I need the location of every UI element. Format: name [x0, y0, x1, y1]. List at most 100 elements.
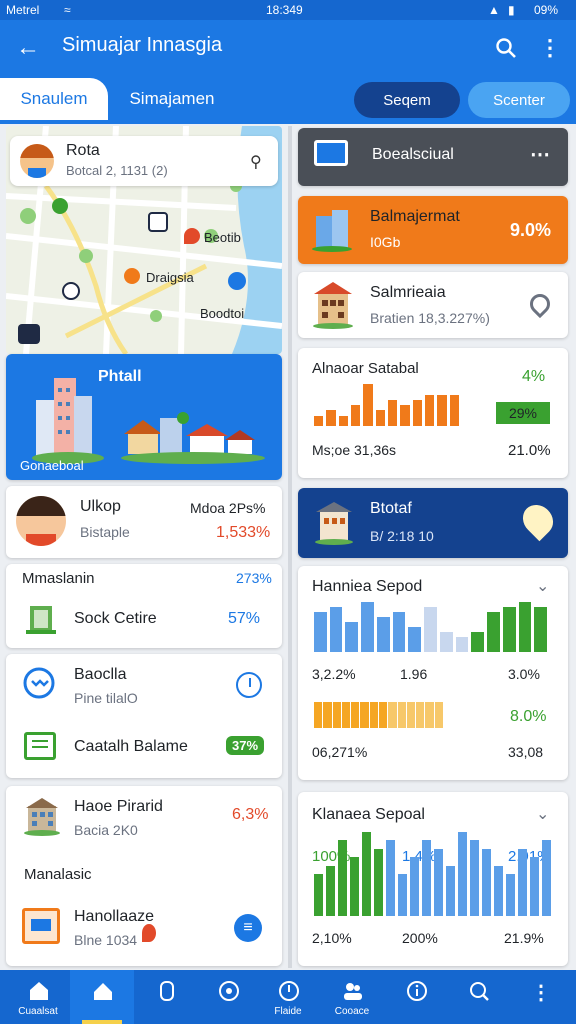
metric-card[interactable]: Mmaslanin 273% Sock Cetire 57% — [6, 564, 282, 648]
nav-info[interactable] — [384, 970, 448, 1024]
chart-3-title: Klanaea Sepoal — [312, 806, 425, 823]
chat-icon — [218, 980, 240, 1002]
chart-bar — [345, 622, 359, 652]
chart-bar — [518, 602, 532, 652]
chevron-down-icon[interactable]: ⌄ — [536, 804, 549, 824]
chart-2-mid-value: 8.0% — [510, 708, 547, 725]
map-view[interactable]: Rota Botcal 2, 1131 (2) ⚲ Beotib Draigsi… — [6, 126, 282, 354]
pin-label: Boodtoi — [200, 306, 245, 321]
scenter-button[interactable]: Scenter — [468, 82, 570, 118]
chart-bar — [361, 602, 374, 652]
chart-bar — [341, 702, 351, 728]
nav-house[interactable] — [70, 970, 134, 1024]
map-pin-icon[interactable] — [184, 228, 200, 244]
chart-bar — [338, 415, 348, 426]
item-title: Hanollaaze — [74, 908, 155, 925]
property-title: Haoe Pirarid — [74, 798, 163, 815]
more-icon: ⋮ — [531, 982, 551, 1004]
chart-bar — [388, 702, 397, 728]
chevron-down-icon[interactable]: ⌄ — [536, 576, 549, 596]
chart-bar — [487, 612, 500, 652]
search-icon — [468, 980, 490, 1002]
chart-bar — [446, 865, 455, 916]
service-label: Caatalh Balame — [74, 738, 188, 755]
map-marker-icon[interactable] — [516, 498, 560, 542]
chart-bar — [408, 627, 422, 652]
map-pin-icon[interactable] — [124, 268, 140, 284]
chart-1-title: Alnaoar Satabal — [312, 360, 419, 377]
chart-card-1[interactable]: Alnaoar Satabal 4% 29% Ms;oe 31,36s 21.0… — [298, 348, 568, 478]
header-card[interactable]: Boealsciual ⋯ — [298, 128, 568, 186]
hero-card[interactable]: Phtall Gonaeboal — [6, 354, 282, 480]
action-button[interactable]: ≡ — [234, 914, 262, 942]
pin-outline-icon[interactable]: ⚲ — [250, 152, 262, 172]
chart-bar — [350, 857, 359, 916]
chart-bar — [386, 840, 395, 916]
chart-bar — [314, 415, 324, 426]
chart-card-2[interactable]: Hanniea Sepod ⌄ 3,2.2% 1.96 3.0% 8.0% 06… — [298, 566, 568, 780]
bottom-nav: Cuaalsat Flaide Cooace ⋮ — [0, 970, 576, 1024]
more-horiz-icon[interactable]: ⋯ — [530, 142, 550, 167]
building-icon — [312, 206, 352, 252]
nav-clip[interactable] — [134, 970, 198, 1024]
clock-icon[interactable] — [236, 672, 262, 698]
chart-bar — [422, 840, 431, 916]
status-badge: 37% — [226, 736, 265, 755]
chart-bar — [363, 384, 373, 426]
chart-card-3[interactable]: Klanaea Sepoal ⌄ 100% 1.4% 2.91% 2,10% 2… — [298, 792, 568, 966]
home-icon — [28, 980, 50, 1002]
tab-simajamen[interactable]: Simajamen — [112, 78, 232, 120]
chat-bubble-icon — [22, 666, 56, 700]
map-pin-icon[interactable] — [52, 198, 68, 214]
seqem-button[interactable]: Seqem — [354, 82, 460, 118]
chart-bar — [338, 840, 347, 916]
map-pin-icon[interactable] — [228, 272, 246, 290]
nav-more[interactable]: ⋮ — [508, 970, 572, 1024]
map-pin-icon[interactable] — [148, 212, 168, 232]
chart-3-label-bottom-c: 21.9% — [504, 930, 544, 946]
clock-time: 18:349 — [266, 3, 303, 17]
building-card[interactable]: Salmrieaia Bratien 18,3.227%) — [298, 272, 568, 338]
chart-bar — [518, 848, 527, 916]
pin-label: Beotib — [204, 230, 241, 245]
building-icon — [314, 498, 354, 546]
nav-people[interactable]: Cooace — [320, 970, 384, 1024]
service-card[interactable]: Baoclla Pine tilalO Caatalh Balame 37% — [6, 654, 282, 778]
chart-bar — [470, 840, 479, 916]
nav-home[interactable]: Cuaalsat — [6, 970, 70, 1024]
document-icon — [24, 732, 56, 760]
chart-bar — [534, 607, 547, 652]
chart-1-footer-right: 21.0% — [508, 442, 551, 459]
chart-1-top-value: 4% — [522, 368, 546, 385]
map-pin-icon[interactable] — [62, 282, 80, 300]
property-subtitle: Bacia 2K0 — [74, 822, 138, 838]
header-card-title: Boealsciual — [372, 146, 454, 163]
bar-chart-3 — [314, 832, 554, 916]
chart-bar — [406, 702, 416, 728]
location-card[interactable]: Rota Botcal 2, 1131 (2) ⚲ — [10, 136, 278, 186]
metric-header-value: 273% — [236, 570, 272, 586]
chart-2-row1-c: 3.0% — [508, 666, 540, 682]
nav-chat[interactable] — [196, 970, 260, 1024]
chart-bar — [326, 865, 335, 916]
back-arrow-icon[interactable]: ← — [14, 34, 42, 62]
chart-bar — [458, 832, 467, 916]
bar-chart-1 — [314, 384, 462, 426]
orange-card[interactable]: Balmajermat I0Gb 9.0% — [298, 196, 568, 264]
nav-label: Cuaalsat — [18, 1006, 58, 1017]
search-icon[interactable] — [492, 34, 520, 62]
profile-card[interactable]: Ulkop Bistaple Mdoa 2Ps% 1,533% — [6, 486, 282, 558]
avatar — [16, 496, 66, 546]
location-pin-icon[interactable] — [525, 289, 555, 319]
chart-bar — [375, 410, 385, 426]
nav-search[interactable] — [446, 970, 510, 1024]
blue-card[interactable]: Btotaf B/ 2:18 10 — [298, 488, 568, 558]
building-icon — [24, 600, 58, 634]
more-vert-icon[interactable]: ⋮ — [538, 34, 562, 62]
house-icon — [92, 980, 114, 1002]
tab-snaulem[interactable]: Snaulem — [0, 78, 108, 120]
nav-clock[interactable]: Flaide — [256, 970, 320, 1024]
map-pin-icon[interactable] — [18, 324, 40, 344]
chart-bar — [437, 394, 447, 426]
property-card[interactable]: Haoe Pirarid Bacia 2K0 6,3% Manalasic Ha… — [6, 786, 282, 966]
